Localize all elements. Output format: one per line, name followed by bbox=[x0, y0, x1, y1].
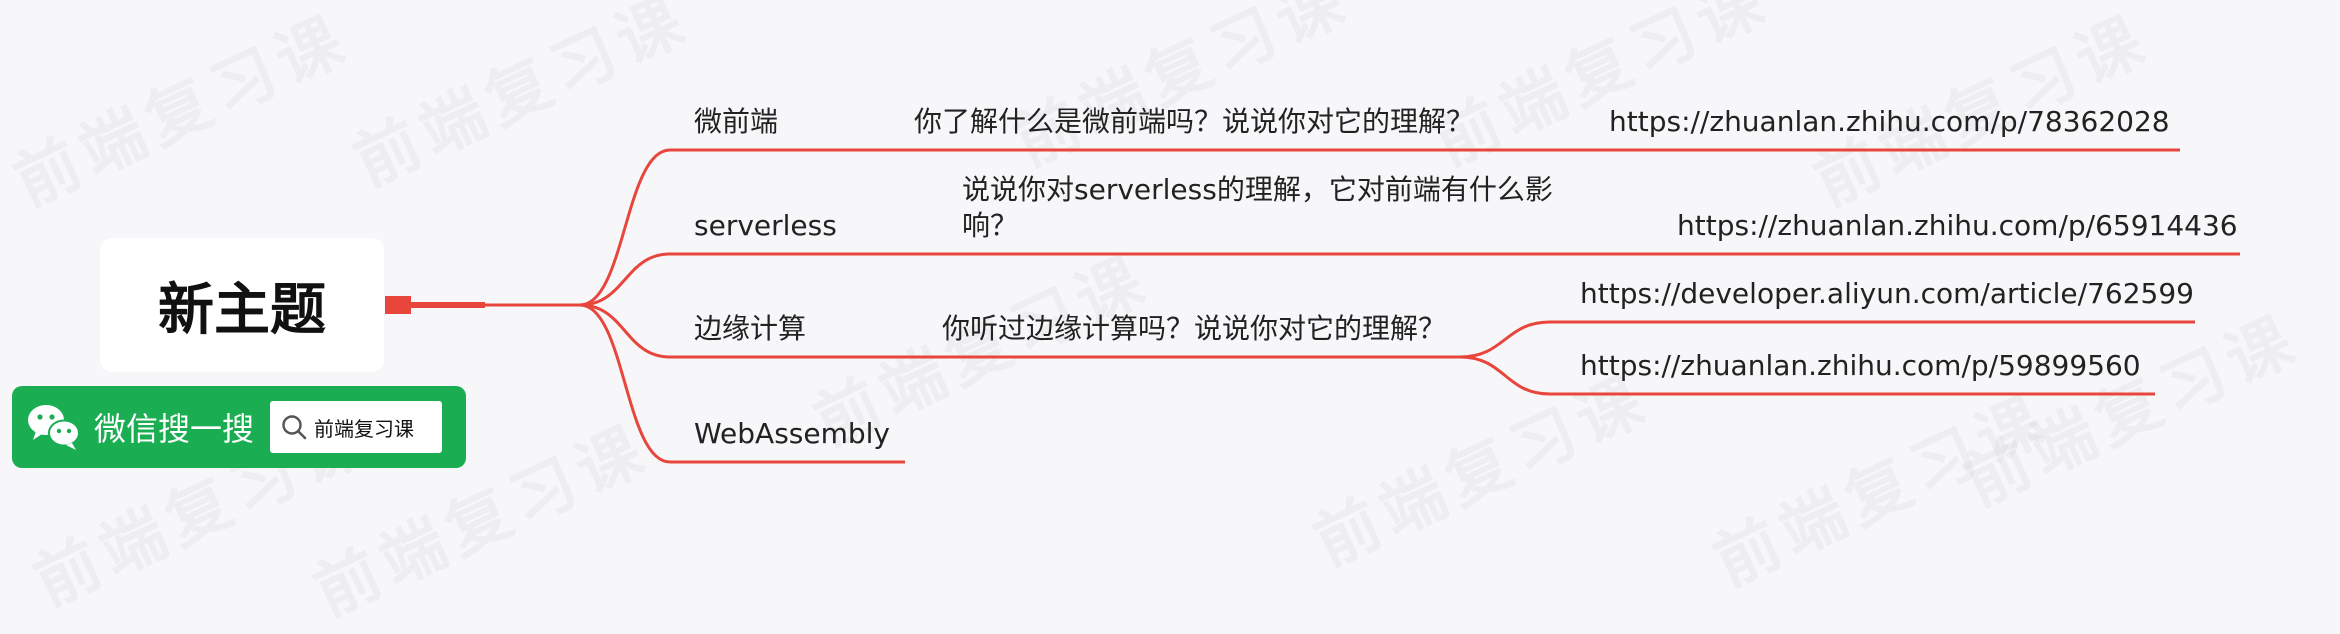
branch-link-edge-computing-2[interactable]: https://zhuanlan.zhihu.com/p/59899560 bbox=[1580, 348, 2141, 384]
branch-label-micro-frontend[interactable]: 微前端 bbox=[694, 104, 778, 140]
branch-link-edge-computing-1[interactable]: https://developer.aliyun.com/article/762… bbox=[1580, 276, 2194, 312]
wechat-search-badge[interactable]: 微信搜一搜 前端复习课 bbox=[12, 386, 466, 468]
branch-link-micro-frontend[interactable]: https://zhuanlan.zhihu.com/p/78362028 bbox=[1609, 104, 2170, 140]
badge-search-box[interactable]: 前端复习课 bbox=[270, 401, 443, 453]
badge-search-query: 前端复习课 bbox=[314, 416, 415, 441]
root-connector-knob bbox=[385, 296, 411, 314]
root-node-label: 新主题 bbox=[158, 277, 326, 343]
branch-label-serverless[interactable]: serverless bbox=[694, 208, 837, 244]
branch-question-serverless[interactable]: 说说你对serverless的理解，它对前端有什么影响？ bbox=[962, 172, 1562, 244]
branch-label-webassembly[interactable]: WebAssembly bbox=[694, 416, 890, 452]
wechat-icon bbox=[26, 401, 82, 453]
branch-link-serverless[interactable]: https://zhuanlan.zhihu.com/p/65914436 bbox=[1677, 208, 2238, 244]
branch-question-edge-computing[interactable]: 你听过边缘计算吗？说说你对它的理解？ bbox=[942, 311, 1446, 347]
branch-question-micro-frontend[interactable]: 你了解什么是微前端吗？说说你对它的理解？ bbox=[914, 104, 1474, 140]
search-icon bbox=[282, 415, 307, 440]
branch-label-edge-computing[interactable]: 边缘计算 bbox=[694, 311, 806, 347]
badge-title: 微信搜一搜 bbox=[94, 410, 255, 448]
root-node[interactable]: 新主题 bbox=[100, 238, 384, 372]
